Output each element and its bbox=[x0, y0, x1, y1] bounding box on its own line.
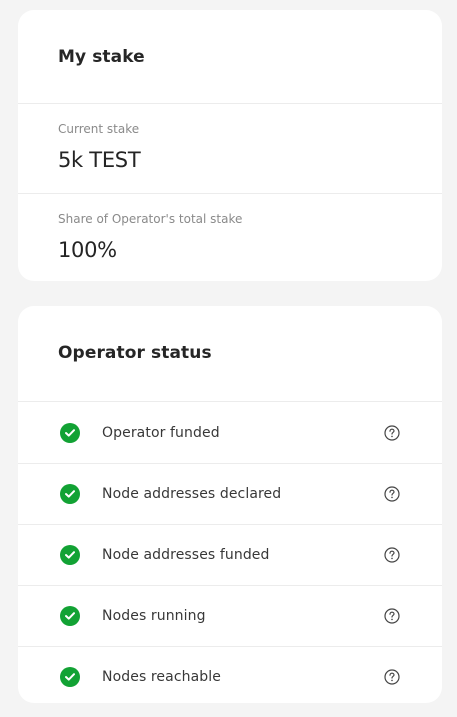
check-circle-icon bbox=[60, 484, 80, 504]
check-circle-icon bbox=[60, 667, 80, 687]
help-icon[interactable] bbox=[384, 608, 400, 624]
status-row-nodes-running: Nodes running bbox=[18, 585, 442, 646]
check-circle-icon bbox=[60, 545, 80, 565]
share-stat: Share of Operator's total stake 100% bbox=[18, 193, 442, 281]
status-label: Nodes running bbox=[102, 608, 206, 624]
status-row-nodes-reachable: Nodes reachable bbox=[18, 646, 442, 707]
current-stake-label: Current stake bbox=[58, 122, 140, 136]
status-list: Operator funded Node addresses declared bbox=[18, 402, 442, 707]
current-stake-stat: Current stake 5k TEST bbox=[18, 104, 442, 193]
check-circle-icon bbox=[60, 422, 80, 443]
my-stake-title: My stake bbox=[58, 47, 145, 67]
status-row-node-addresses-declared: Node addresses declared bbox=[18, 463, 442, 524]
status-row-operator-funded: Operator funded bbox=[18, 402, 442, 463]
check-circle-icon bbox=[60, 606, 80, 626]
help-icon[interactable] bbox=[384, 547, 400, 563]
help-icon[interactable] bbox=[384, 669, 400, 685]
help-icon[interactable] bbox=[384, 424, 400, 441]
status-label: Node addresses declared bbox=[102, 486, 282, 502]
my-stake-card-header: My stake bbox=[18, 10, 442, 104]
share-value: 100% bbox=[58, 238, 117, 262]
status-label: Node addresses funded bbox=[102, 547, 270, 563]
share-label: Share of Operator's total stake bbox=[58, 212, 243, 226]
operator-status-title: Operator status bbox=[58, 343, 212, 363]
status-label: Nodes reachable bbox=[102, 669, 221, 685]
operator-status-card: Operator status Operator funded Node add… bbox=[18, 306, 442, 703]
page: My stake Current stake 5k TEST Share of … bbox=[0, 0, 457, 717]
status-row-node-addresses-funded: Node addresses funded bbox=[18, 524, 442, 585]
help-icon[interactable] bbox=[384, 486, 400, 502]
operator-status-card-header: Operator status bbox=[18, 306, 442, 402]
current-stake-value: 5k TEST bbox=[58, 148, 141, 172]
my-stake-card: My stake Current stake 5k TEST Share of … bbox=[18, 10, 442, 281]
status-label: Operator funded bbox=[102, 424, 220, 441]
